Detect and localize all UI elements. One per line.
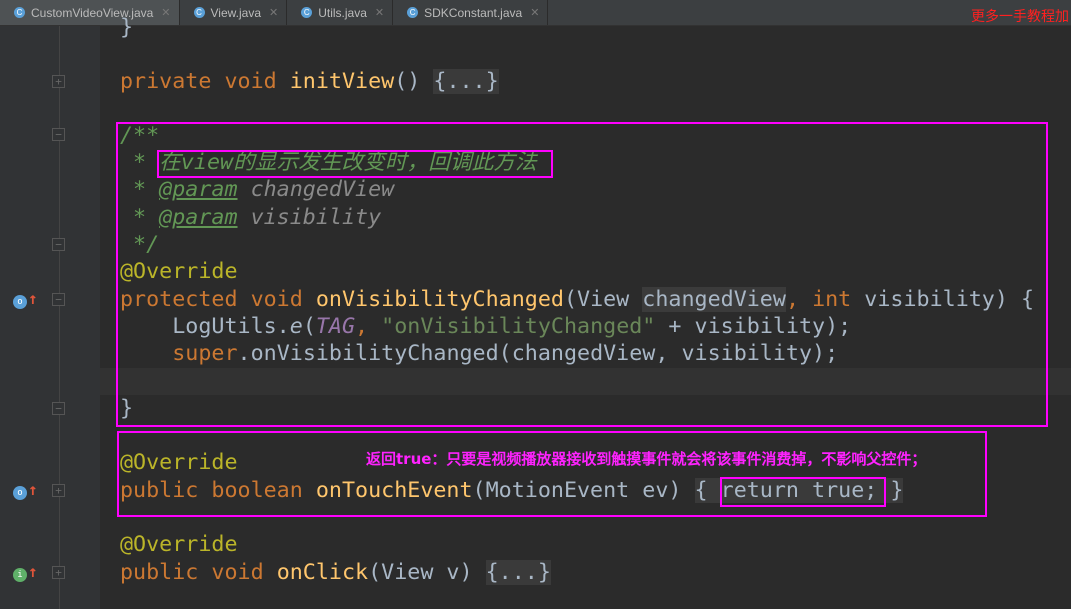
code-line: public void onClick(View v) {...} <box>120 560 551 585</box>
fold-collapse-icon[interactable]: − <box>52 238 65 251</box>
watermark: 更多一手教程加 <box>971 9 1069 25</box>
class-icon: C <box>14 7 25 18</box>
override-method-icon[interactable]: o <box>13 486 27 500</box>
class-icon: C <box>301 7 313 18</box>
class-icon: C <box>407 7 419 18</box>
class-icon: C <box>193 7 205 18</box>
gutter <box>0 26 100 609</box>
fold-collapse-icon[interactable]: − <box>52 128 65 141</box>
fold-collapse-icon[interactable]: − <box>52 293 65 306</box>
up-arrow-icon[interactable]: ↑ <box>28 562 38 581</box>
implement-method-icon[interactable]: i <box>13 568 27 582</box>
code-line: @Override <box>120 532 238 557</box>
close-icon[interactable]: ✕ <box>269 6 278 19</box>
close-icon[interactable]: ✕ <box>161 6 170 19</box>
fold-line <box>59 26 60 609</box>
fold-expand-icon[interactable]: + <box>52 566 65 579</box>
code-line: private void initView() {...} <box>120 69 499 94</box>
close-icon[interactable]: ✕ <box>375 6 384 19</box>
tab-sdkconstant[interactable]: C SDKConstant.java ✕ <box>393 0 549 25</box>
override-method-icon[interactable]: o <box>13 295 27 309</box>
fold-expand-icon[interactable]: + <box>52 75 65 88</box>
up-arrow-icon[interactable]: ↑ <box>28 480 38 499</box>
highlight-box-comment <box>157 150 553 178</box>
fold-expand-icon[interactable]: + <box>52 484 65 497</box>
editor-tabs: C CustomVideoView.java ✕ C View.java ✕ C Util… <box>0 0 1071 26</box>
annotation-note: 返回true：只要是视频播放器接收到触摸事件就会将该事件消费掉，不影响父控件； <box>366 450 927 468</box>
highlight-box-return-true <box>720 477 886 507</box>
up-arrow-icon[interactable]: ↑ <box>28 289 38 308</box>
close-icon[interactable]: ✕ <box>530 6 539 19</box>
fold-collapse-icon[interactable]: − <box>52 402 65 415</box>
tab-utils[interactable]: C Utils.java ✕ <box>287 0 394 25</box>
code-line: } <box>120 15 134 40</box>
tab-view[interactable]: C View.java ✕ <box>180 0 288 25</box>
tab-customvideoview[interactable]: C CustomVideoView.java ✕ <box>0 0 180 25</box>
